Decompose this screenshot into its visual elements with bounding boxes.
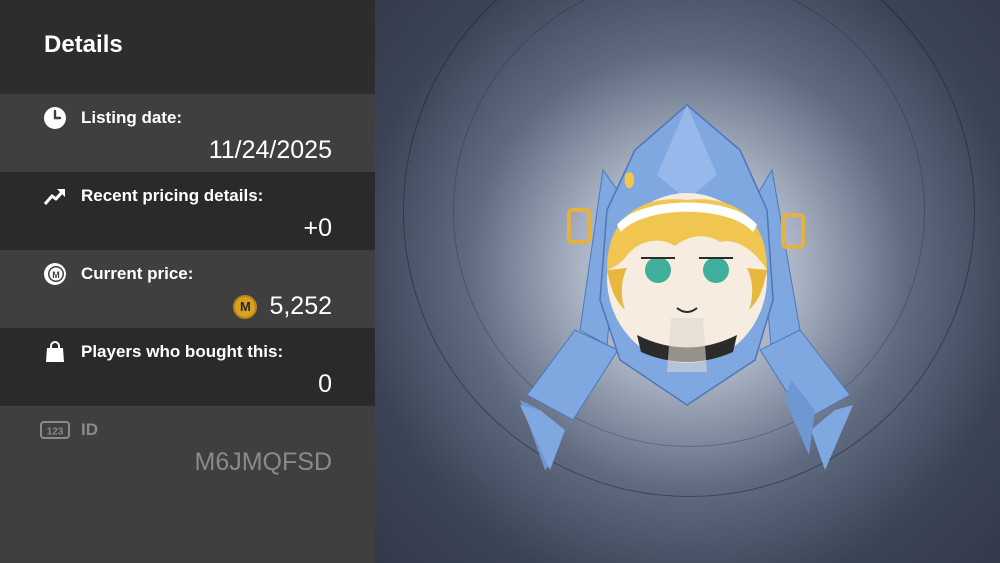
recent-pricing-row: Recent pricing details: +0 <box>0 172 375 250</box>
m-coin-icon: M <box>233 294 258 319</box>
id-value: M6JMQFSD <box>194 448 333 476</box>
recent-pricing-label: Recent pricing details: <box>81 186 264 205</box>
players-bought-value: 0 <box>318 370 332 398</box>
id-label: ID <box>81 420 98 439</box>
details-title: Details <box>44 31 123 58</box>
players-bought-row: Players who bought this: 0 <box>0 328 375 406</box>
players-bought-label: Players who bought this: <box>81 342 284 361</box>
shopping-bag-icon <box>43 340 67 364</box>
id-badge-text: 123 <box>47 427 64 438</box>
clock-icon <box>43 106 67 130</box>
listing-date-row: Listing date: 11/24/2025 <box>0 94 375 172</box>
id-row: 123 ID M6JMQFSD <box>0 406 375 563</box>
recent-pricing-value: +0 <box>303 214 332 242</box>
details-panel: Details Listing date: 11/24/2025 Recent … <box>0 0 375 563</box>
trend-up-icon <box>43 184 67 208</box>
number-123-icon: 123 <box>40 418 70 442</box>
current-price-value: 5,252 <box>269 292 332 320</box>
current-price-value-group: M 5,252 <box>233 292 332 321</box>
details-header: Details <box>0 0 375 94</box>
listing-date-value: 11/24/2025 <box>208 136 332 164</box>
svg-text:M: M <box>52 270 60 280</box>
listing-date-label: Listing date: <box>81 108 183 127</box>
character-mask-image <box>520 104 853 470</box>
current-price-row: M Current price: M 5,252 <box>0 250 375 328</box>
item-preview <box>375 0 1000 563</box>
coin-m-icon: M <box>43 262 67 286</box>
current-price-label: Current price: <box>81 264 194 283</box>
